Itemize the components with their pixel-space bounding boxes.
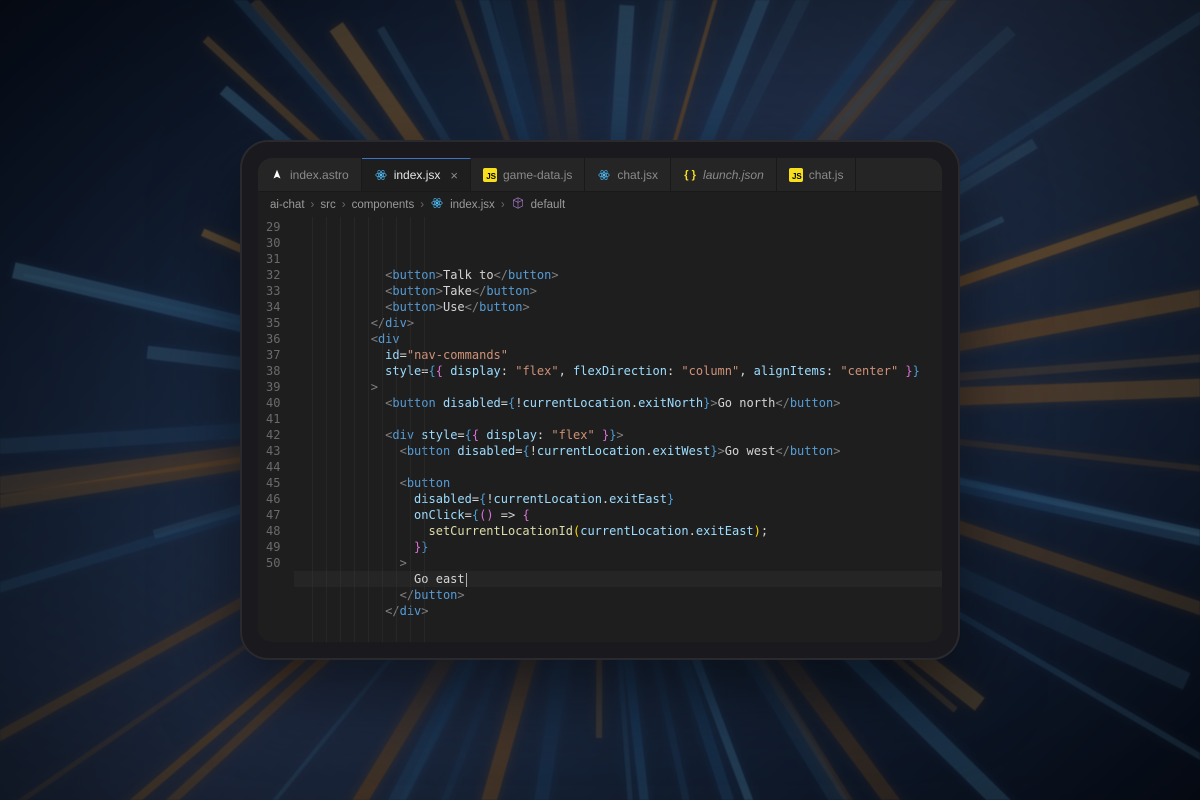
- line-number: 36: [266, 331, 280, 347]
- chevron-right-icon: ›: [501, 199, 505, 211]
- editor-window: index.astro index.jsx × JS game-data.js chat.…: [258, 158, 942, 642]
- breadcrumb-segment[interactable]: src: [320, 199, 335, 211]
- chevron-right-icon: ›: [311, 199, 315, 211]
- react-icon: [374, 168, 388, 182]
- tab-label: chat.jsx: [617, 168, 658, 182]
- tab-chat-js[interactable]: JS chat.js: [777, 158, 857, 191]
- line-number-gutter: 2930313233343536373839404142434445464748…: [258, 217, 294, 642]
- line-number: 44: [266, 459, 280, 475]
- code-line[interactable]: </div>: [294, 603, 942, 619]
- line-number: 30: [266, 235, 280, 251]
- code-line[interactable]: </div>: [294, 315, 942, 331]
- code-line[interactable]: [294, 411, 942, 427]
- line-number: 37: [266, 347, 280, 363]
- react-icon: [430, 196, 444, 213]
- line-number: 29: [266, 219, 280, 235]
- line-number: 42: [266, 427, 280, 443]
- line-number: 47: [266, 507, 280, 523]
- code-line[interactable]: style={{ display: "flex", flexDirection:…: [294, 363, 942, 379]
- line-number: 38: [266, 363, 280, 379]
- code-line[interactable]: setCurrentLocationId(currentLocation.exi…: [294, 523, 942, 539]
- line-number: 33: [266, 283, 280, 299]
- tab-label: chat.js: [809, 168, 844, 182]
- code-line[interactable]: <div: [294, 331, 942, 347]
- line-number: 48: [266, 523, 280, 539]
- code-line[interactable]: </button>: [294, 587, 942, 603]
- line-number: 34: [266, 299, 280, 315]
- text-cursor: [466, 573, 467, 587]
- code-line[interactable]: <button: [294, 475, 942, 491]
- tablet-frame: index.astro index.jsx × JS game-data.js chat.…: [240, 140, 960, 660]
- tab-label: index.astro: [290, 168, 349, 182]
- line-number: 31: [266, 251, 280, 267]
- tab-game-data-js[interactable]: JS game-data.js: [471, 158, 585, 191]
- close-icon[interactable]: ×: [450, 168, 458, 183]
- tab-label: game-data.js: [503, 168, 572, 182]
- tab-index-jsx[interactable]: index.jsx ×: [362, 158, 471, 191]
- breadcrumb-segment[interactable]: components: [352, 199, 415, 211]
- line-number: 49: [266, 539, 280, 555]
- line-number: 35: [266, 315, 280, 331]
- astro-icon: [270, 168, 284, 182]
- chevron-right-icon: ›: [342, 199, 346, 211]
- javascript-icon: JS: [789, 168, 803, 182]
- line-number: 40: [266, 395, 280, 411]
- code-line[interactable]: <button>Use</button>: [294, 299, 942, 315]
- javascript-icon: JS: [483, 168, 497, 182]
- code-line[interactable]: <div style={{ display: "flex" }}>: [294, 427, 942, 443]
- breadcrumb-segment[interactable]: default: [531, 199, 566, 211]
- line-number: 41: [266, 411, 280, 427]
- code-line[interactable]: }}: [294, 539, 942, 555]
- code-line[interactable]: >: [294, 379, 942, 395]
- code-line[interactable]: <button disabled={!currentLocation.exitW…: [294, 443, 942, 459]
- tab-bar: index.astro index.jsx × JS game-data.js chat.…: [258, 158, 942, 192]
- line-number: 39: [266, 379, 280, 395]
- line-number: 46: [266, 491, 280, 507]
- tab-launch-json[interactable]: { } launch.json: [671, 158, 777, 191]
- symbol-icon: [511, 196, 525, 213]
- breadcrumb[interactable]: ai-chat › src › components › index.jsx › default: [258, 192, 942, 217]
- tab-label: launch.json: [703, 168, 764, 182]
- code-line[interactable]: Go east: [294, 571, 942, 587]
- code-line[interactable]: <button>Talk to</button>: [294, 267, 942, 283]
- code-line[interactable]: onClick={() => {: [294, 507, 942, 523]
- code-line[interactable]: >: [294, 555, 942, 571]
- breadcrumb-segment[interactable]: ai-chat: [270, 199, 305, 211]
- json-icon: { }: [683, 168, 697, 182]
- line-number: 45: [266, 475, 280, 491]
- line-number: 32: [266, 267, 280, 283]
- code-area[interactable]: <button>Talk to</button> <button>Take</b…: [294, 217, 942, 642]
- line-number: 43: [266, 443, 280, 459]
- breadcrumb-segment[interactable]: index.jsx: [450, 199, 495, 211]
- line-number: 50: [266, 555, 280, 571]
- code-editor[interactable]: 2930313233343536373839404142434445464748…: [258, 217, 942, 642]
- code-line[interactable]: <button>Take</button>: [294, 283, 942, 299]
- tab-label: index.jsx: [394, 168, 441, 182]
- code-line[interactable]: disabled={!currentLocation.exitEast}: [294, 491, 942, 507]
- tab-chat-jsx[interactable]: chat.jsx: [585, 158, 671, 191]
- code-line[interactable]: [294, 459, 942, 475]
- react-icon: [597, 168, 611, 182]
- tab-index-astro[interactable]: index.astro: [258, 158, 362, 191]
- code-line[interactable]: <button disabled={!currentLocation.exitN…: [294, 395, 942, 411]
- chevron-right-icon: ›: [420, 199, 424, 211]
- code-line[interactable]: id="nav-commands": [294, 347, 942, 363]
